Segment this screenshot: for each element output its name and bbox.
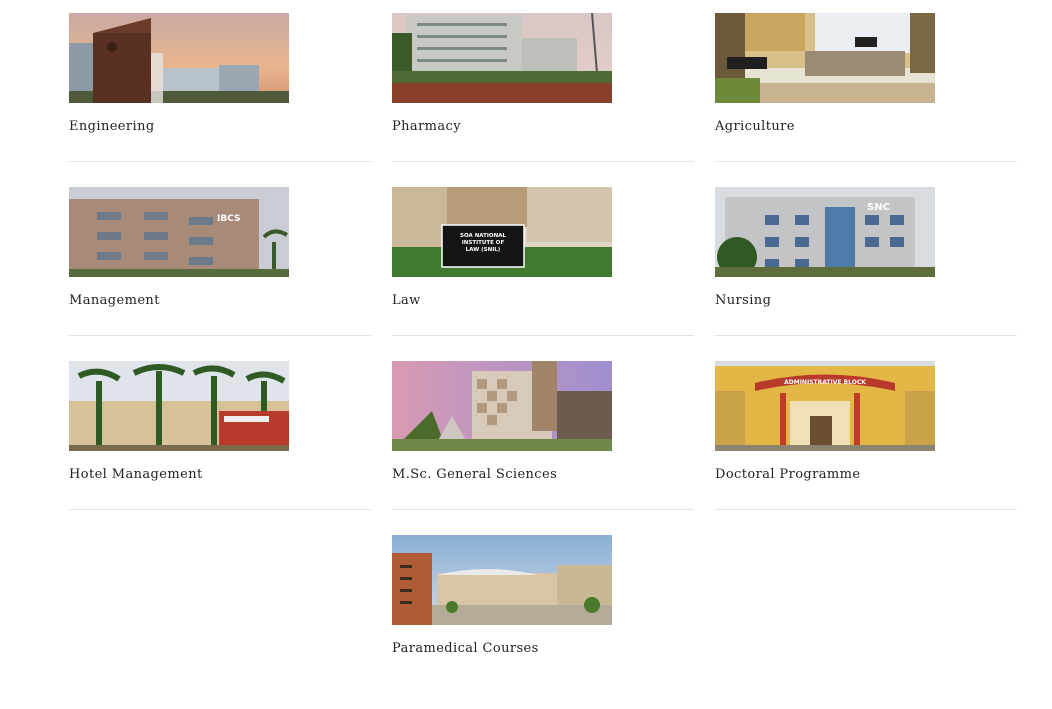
programs-grid: Engineering Pharmacy Agriculture IBCS Ma… bbox=[69, 13, 1017, 709]
svg-text:SOA NATIONAL: SOA NATIONAL bbox=[460, 233, 506, 239]
program-card-law[interactable]: SOA NATIONAL INSTITUTE OF LAW (SNIL) Law bbox=[392, 187, 694, 336]
grid-spacer bbox=[69, 535, 371, 709]
program-label[interactable]: Law bbox=[392, 293, 694, 308]
law-institute-photo[interactable]: SOA NATIONAL INSTITUTE OF LAW (SNIL) bbox=[392, 187, 612, 277]
program-label[interactable]: Paramedical Courses bbox=[392, 641, 694, 656]
ibcs-sign: IBCS bbox=[217, 214, 240, 224]
program-card-pharmacy[interactable]: Pharmacy bbox=[392, 13, 694, 162]
management-building-photo[interactable]: IBCS bbox=[69, 187, 289, 277]
admin-block-sign: ADMINISTRATIVE BLOCK bbox=[784, 379, 866, 386]
program-card-hotel-management[interactable]: Hotel Management bbox=[69, 361, 371, 510]
program-card-nursing[interactable]: SNC Nursing bbox=[715, 187, 1017, 336]
general-sciences-photo[interactable] bbox=[392, 361, 612, 451]
svg-text:LAW (SNIL): LAW (SNIL) bbox=[466, 247, 501, 253]
hotel-management-photo[interactable] bbox=[69, 361, 289, 451]
program-label[interactable]: Management bbox=[69, 293, 371, 308]
svg-text:INSTITUTE OF: INSTITUTE OF bbox=[462, 240, 505, 246]
program-label[interactable]: Nursing bbox=[715, 293, 1017, 308]
law-sign-board bbox=[441, 224, 525, 268]
program-label[interactable]: Doctoral Programme bbox=[715, 467, 1017, 482]
program-card-engineering[interactable]: Engineering bbox=[69, 13, 371, 162]
program-label[interactable]: Engineering bbox=[69, 119, 371, 134]
pharmacy-building-photo[interactable] bbox=[392, 13, 612, 103]
engineering-campus-photo[interactable] bbox=[69, 13, 289, 103]
paramedical-campus-photo[interactable] bbox=[392, 535, 612, 625]
program-card-agriculture[interactable]: Agriculture bbox=[715, 13, 1017, 162]
program-label[interactable]: Pharmacy bbox=[392, 119, 694, 134]
agriculture-gate-photo[interactable] bbox=[715, 13, 935, 103]
nursing-college-photo[interactable]: SNC bbox=[715, 187, 935, 277]
program-card-management[interactable]: IBCS Management bbox=[69, 187, 371, 336]
program-label[interactable]: M.Sc. General Sciences bbox=[392, 467, 694, 482]
administrative-block-photo[interactable]: ADMINISTRATIVE BLOCK bbox=[715, 361, 935, 451]
program-card-general-sciences[interactable]: M.Sc. General Sciences bbox=[392, 361, 694, 510]
program-card-doctoral[interactable]: ADMINISTRATIVE BLOCK Doctoral Programme bbox=[715, 361, 1017, 510]
program-label[interactable]: Hotel Management bbox=[69, 467, 371, 482]
program-card-paramedical[interactable]: Paramedical Courses bbox=[392, 535, 694, 709]
snc-sign: SNC bbox=[867, 202, 890, 213]
program-label[interactable]: Agriculture bbox=[715, 119, 1017, 134]
